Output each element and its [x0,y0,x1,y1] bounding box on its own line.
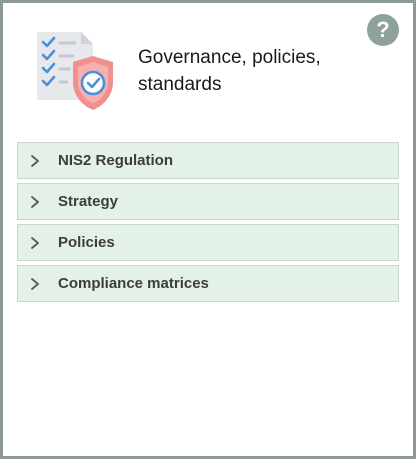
help-button[interactable]: ? [367,14,399,46]
question-mark-icon: ? [376,17,390,42]
accordion-item-nis2-regulation[interactable]: NIS2 Regulation [17,142,399,179]
accordion: NIS2 Regulation Strategy Policies Compli… [17,142,399,306]
accordion-item-label: Strategy [58,193,119,210]
chevron-right-icon [31,154,39,167]
chevron-right-icon [31,236,39,249]
accordion-item-compliance-matrices[interactable]: Compliance matrices [17,265,399,302]
accordion-item-strategy[interactable]: Strategy [17,183,399,220]
page-title: Governance, policies, standards [138,47,321,95]
panel-card: ? Governance, policies, standards NIS2 R… [0,0,416,459]
accordion-item-label: NIS2 Regulation [58,152,174,169]
accordion-item-label: Compliance matrices [58,275,209,292]
checklist-shield-icon [33,30,119,116]
chevron-right-icon [31,277,39,290]
accordion-item-label: Policies [58,234,115,251]
accordion-item-policies[interactable]: Policies [17,224,399,261]
chevron-right-icon [31,195,39,208]
